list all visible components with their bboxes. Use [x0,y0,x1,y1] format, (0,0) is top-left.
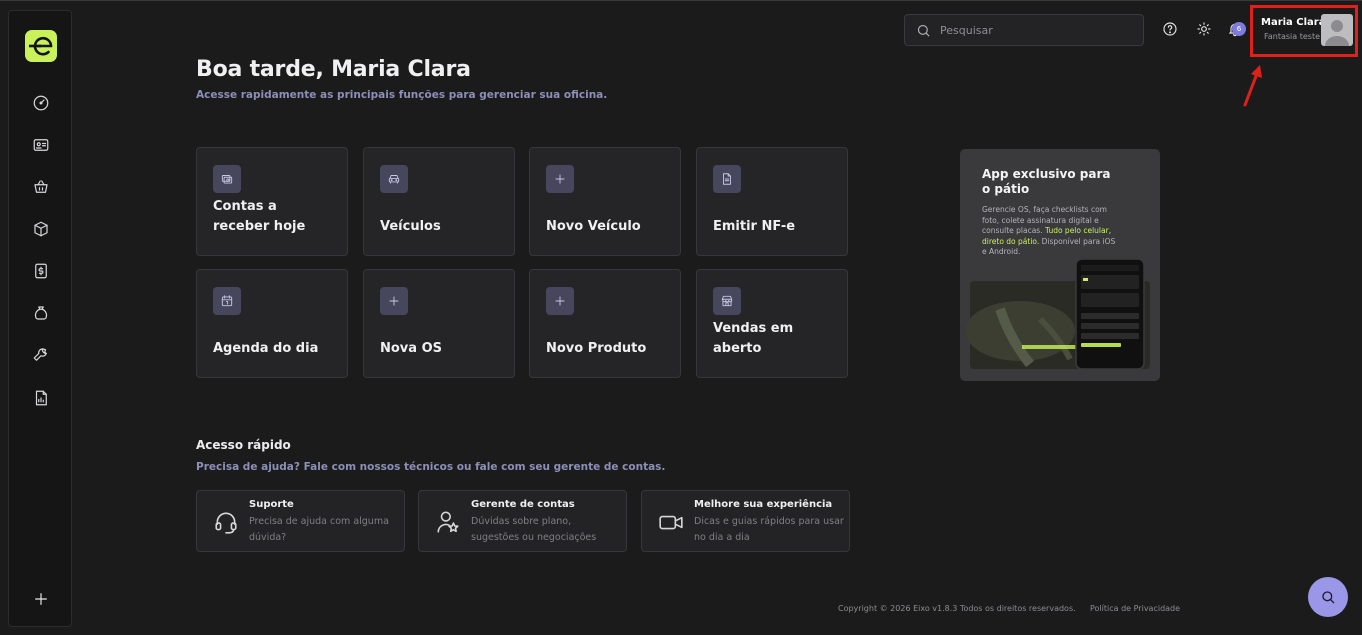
plus-icon [546,165,574,193]
sidebar-item-sales[interactable] [29,175,53,199]
calendar-icon [213,287,241,315]
plus-icon [546,287,574,315]
search-bar[interactable] [904,14,1144,46]
promo-app-illustration [965,258,1150,370]
card-label: Vendas em aberto [713,321,794,356]
car-icon [380,165,408,193]
box-icon [34,221,48,237]
app-logo[interactable] [25,30,57,62]
quick-card-description: Precisa de ajuda com alguma dúvida? [249,516,389,543]
sidebar [8,10,72,627]
notification-badge: 6 [1232,22,1246,36]
card-label: Nova OS [380,341,442,356]
card-label: Emitir NF-e [713,219,796,234]
sidebar-item-dashboard[interactable] [29,91,53,115]
card-label: Novo Produto [546,341,647,356]
sidebar-item-finance[interactable] [29,259,53,283]
quick-card-description: Dúvidas sobre plano, sugestões ou negoci… [471,516,597,543]
quick-card-title: Gerente de contas [471,499,575,510]
highlight-box [1250,5,1358,57]
help-circle-icon [1163,22,1177,36]
headset-icon [215,512,237,534]
app-window: 6 Maria Clara Fantasia teste Boa tarde, … [0,0,1362,635]
card-novo-veiculo[interactable]: Novo Veículo [529,147,681,256]
card-label: Contas a receber hoje [213,199,306,234]
basket-icon [34,180,48,193]
money-receive-icon [213,165,241,193]
search-icon [917,24,930,37]
sidebar-add-button[interactable] [31,589,51,609]
quick-account-manager-card[interactable]: Gerente de contas Dúvidas sobre plano, s… [418,490,627,552]
quick-access-title: Acesso rápido [196,438,291,452]
gauge-icon [33,95,49,111]
user-star-icon [437,511,459,533]
money-bag-icon [34,306,48,320]
card-vendas-em-aberto[interactable]: Vendas em aberto [696,269,848,378]
quick-support-card[interactable]: Suporte Precisa de ajuda com alguma dúvi… [196,490,405,552]
search-icon [1322,591,1335,604]
card-novo-produto[interactable]: Novo Produto [529,269,681,378]
card-veiculos[interactable]: Veículos [363,147,515,256]
card-label: Novo Veículo [546,219,641,234]
page-title: Boa tarde, Maria Clara [196,57,471,82]
quick-card-title: Suporte [249,499,294,510]
sun-icon [1197,22,1211,36]
card-nova-os[interactable]: Nova OS [363,269,515,378]
wrench-icon [33,348,47,361]
card-contas-a-receber[interactable]: Contas a receber hoje [196,147,348,256]
sidebar-item-reports[interactable] [29,386,53,410]
plus-icon [35,593,47,605]
footer-copyright: Copyright © 2026 Eixo v1.8.3 Todos os di… [838,604,1076,613]
floating-search-button[interactable] [1308,577,1348,617]
promo-card[interactable]: App exclusivo para o pátio Gerencie OS, … [960,149,1160,381]
sidebar-item-clients[interactable] [29,133,53,157]
search-input[interactable] [940,23,1130,37]
store-icon [713,287,741,315]
quick-experience-card[interactable]: Melhore sua experiência Dicas e guias rá… [641,490,850,552]
video-icon [659,515,683,530]
sidebar-item-services[interactable] [29,343,53,367]
document-icon [713,165,741,193]
page-subtitle: Acesse rapidamente as principais funções… [196,89,608,101]
quick-card-description: Dicas e guias rápidos para usar no dia a… [694,516,844,543]
quick-access-subtitle: Precisa de ajuda? Fale com nossos técnic… [196,461,666,473]
help-button[interactable] [1160,19,1180,39]
card-agenda-do-dia[interactable]: Agenda do dia [196,269,348,378]
card-emitir-nfe[interactable]: Emitir NF-e [696,147,848,256]
theme-toggle-button[interactable] [1194,19,1214,39]
plus-icon [380,287,408,315]
sidebar-item-products[interactable] [29,217,53,241]
annotation-arrow-icon [1243,65,1262,107]
receipt-dollar-icon [35,263,47,279]
privacy-link[interactable]: Política de Privacidade [1090,604,1180,613]
quick-card-title: Melhore sua experiência [694,499,833,510]
report-icon [35,390,47,406]
sidebar-item-money[interactable] [29,301,53,325]
card-label: Veículos [380,219,441,234]
promo-title: App exclusivo para o pátio [982,167,1111,196]
card-label: Agenda do dia [213,341,319,356]
id-card-icon [33,139,49,151]
